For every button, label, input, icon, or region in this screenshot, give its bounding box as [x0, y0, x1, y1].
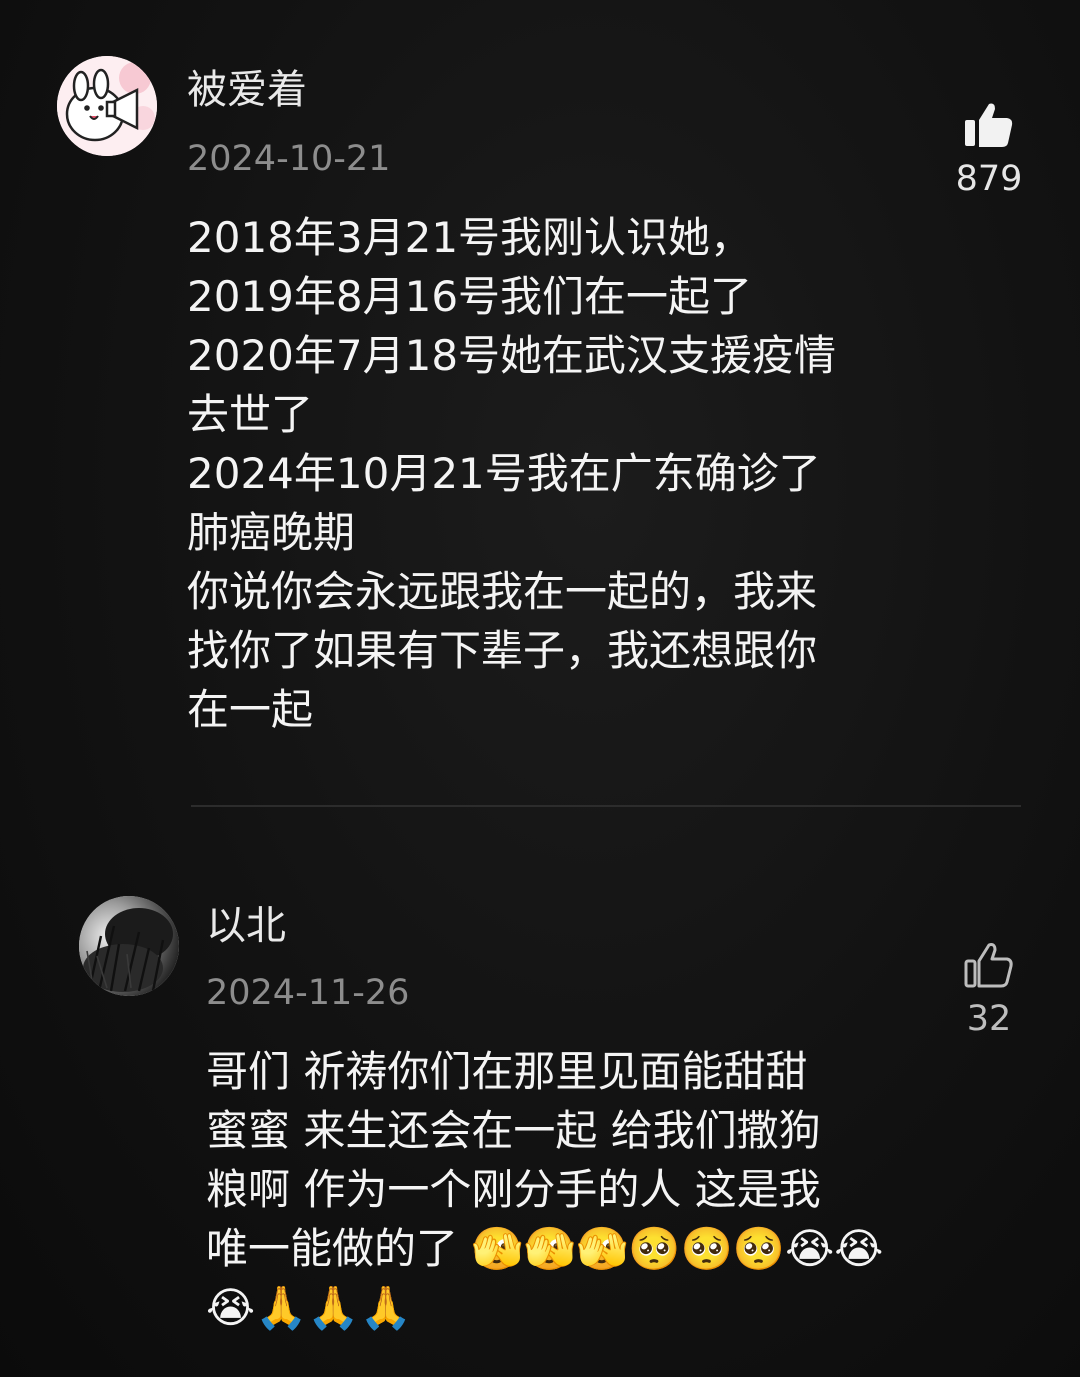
comment-line: 2018年3月21号我刚认识她， — [187, 213, 753, 262]
avatar[interactable] — [57, 56, 157, 156]
like-count: 879 — [955, 159, 1023, 199]
comment-line: 在一起 — [187, 685, 314, 734]
comment-line: 哥们 祈祷你们在那里见面能甜甜 — [206, 1047, 808, 1096]
like-count: 32 — [966, 999, 1012, 1039]
comment-line: 唯一能做的了 🫣🫣🫣🥺🥺🥺😭😭 — [206, 1224, 884, 1273]
username[interactable]: 被爱着 — [187, 66, 307, 114]
comment-line: 去世了 — [187, 390, 314, 439]
comment-line: 肺癌晚期 — [187, 508, 356, 557]
username[interactable]: 以北 — [206, 902, 286, 950]
comment-text: 2018年3月21号我刚认识她， 2019年8月16号我们在一起了 2020年7… — [187, 208, 836, 739]
comment-item: 被爱着 2024-10-21 2018年3月21号我刚认识她， 2019年8月1… — [0, 0, 1080, 810]
thumbs-up-outline-icon — [964, 943, 1013, 988]
like-button[interactable]: 879 — [944, 100, 1034, 200]
cartoon-bunny-megaphone-icon — [57, 56, 157, 156]
dark-grass-photo-icon — [79, 896, 179, 996]
comment-date: 2024-10-21 — [187, 139, 391, 179]
comment-line: 2024年10月21号我在广东确诊了 — [187, 449, 821, 498]
thumbs-up-filled-icon — [965, 103, 1013, 147]
comment-line: 2020年7月18号她在武汉支援疫情 — [187, 331, 837, 380]
comment-line: 你说你会永远跟我在一起的，我来 — [187, 567, 818, 616]
comment-date: 2024-11-26 — [206, 973, 410, 1013]
comment-line: 蜜蜜 来生还会在一起 给我们撒狗 — [206, 1106, 821, 1155]
avatar[interactable] — [79, 896, 179, 996]
comment-line: 粮啊 作为一个刚分手的人 这是我 — [206, 1165, 821, 1214]
comment-item: 以北 2024-11-26 哥们 祈祷你们在那里见面能甜甜 蜜蜜 来生还会在一起… — [0, 860, 1080, 1377]
comment-text: 哥们 祈祷你们在那里见面能甜甜 蜜蜜 来生还会在一起 给我们撒狗 粮啊 作为一个… — [206, 1042, 883, 1337]
comment-line: 2019年8月16号我们在一起了 — [187, 272, 753, 321]
comment-line: 😭🙏🙏🙏 — [206, 1283, 412, 1332]
like-button[interactable]: 32 — [944, 940, 1034, 1040]
divider — [191, 805, 1021, 807]
comment-line: 找你了如果有下辈子，我还想跟你 — [187, 626, 818, 675]
